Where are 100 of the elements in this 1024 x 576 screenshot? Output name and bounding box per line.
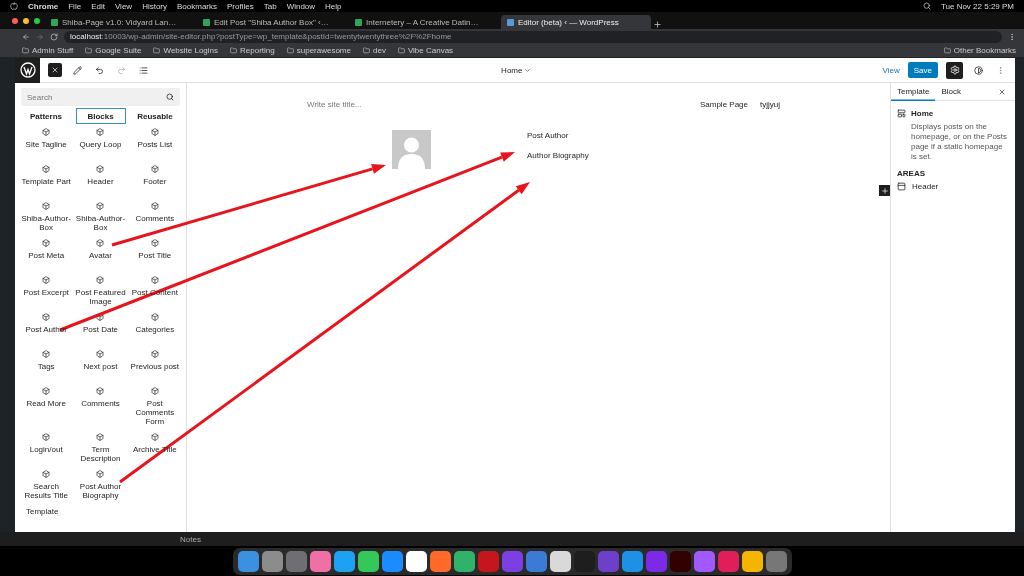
block-item[interactable]: Next post — [83, 362, 118, 372]
menu-item[interactable]: Help — [325, 1, 342, 11]
block-icon[interactable] — [96, 432, 105, 441]
block-item[interactable]: Shiba-Author-Box — [20, 214, 73, 233]
wordpress-logo[interactable] — [15, 57, 40, 83]
bookmark[interactable]: dev — [363, 46, 386, 55]
save-button[interactable]: Save — [907, 62, 938, 78]
block-item[interactable]: Search Results Title — [20, 481, 73, 500]
block-icon[interactable] — [150, 276, 159, 284]
block-icon[interactable] — [42, 239, 51, 247]
block-icon[interactable] — [150, 202, 159, 210]
menu-item[interactable]: Profiles — [227, 1, 254, 11]
block-icon[interactable] — [150, 165, 159, 173]
block-item[interactable]: Query Loop — [79, 140, 122, 150]
template-selector[interactable]: Home — [501, 65, 532, 75]
block-icon[interactable] — [42, 202, 51, 210]
block-icon[interactable] — [96, 350, 105, 358]
close-icon[interactable] — [12, 17, 18, 24]
block-icon[interactable] — [96, 469, 105, 478]
app-icon[interactable] — [549, 550, 571, 572]
menu-item[interactable]: Tab — [263, 1, 277, 11]
block-item[interactable]: Post Author — [25, 325, 67, 335]
block-item[interactable]: Login/out — [29, 444, 63, 454]
new-tab-icon[interactable] — [653, 20, 662, 29]
block-icon[interactable] — [42, 432, 51, 441]
block-icon[interactable] — [96, 165, 105, 173]
block-item[interactable]: Post Comments Form — [128, 399, 181, 427]
block-item[interactable]: Footer — [143, 177, 167, 187]
block-item[interactable]: Header — [87, 177, 114, 187]
block-item[interactable]: Categories — [135, 325, 175, 335]
sidebar-tab[interactable]: Block — [935, 82, 968, 101]
add-block-button[interactable] — [879, 185, 890, 196]
browser-tab[interactable]: Internetery – A Creative Datin… — [349, 15, 499, 29]
block-item[interactable]: Avatar — [89, 251, 112, 261]
app-icon[interactable] — [741, 550, 763, 572]
block-item[interactable]: Comments — [135, 214, 175, 224]
menu-item[interactable]: History — [142, 1, 167, 11]
bookmark[interactable]: Website Logins — [153, 46, 219, 55]
block-item[interactable]: Post Meta — [28, 251, 65, 261]
block-item[interactable]: Tags — [37, 362, 55, 372]
block-icon[interactable] — [96, 276, 105, 284]
view-button[interactable]: View — [882, 65, 900, 75]
block-item[interactable]: Post Author Biography — [74, 481, 127, 500]
browser-tab[interactable]: Editor (beta) ‹ — WordPress — [501, 15, 651, 29]
block-item[interactable]: Previous post — [130, 362, 180, 372]
block-item[interactable]: Comments — [81, 399, 120, 409]
menu-item[interactable]: View — [114, 1, 133, 11]
block-item[interactable]: Term Description — [74, 444, 127, 463]
notes-label[interactable]: Notes — [180, 534, 201, 544]
block-icon[interactable] — [150, 387, 159, 395]
block-item[interactable]: Site Tagline — [25, 140, 67, 150]
block-icon[interactable] — [150, 239, 159, 247]
block-icon[interactable] — [150, 432, 159, 441]
minimize-icon[interactable] — [23, 17, 29, 24]
sidebar-tab[interactable]: Template — [891, 82, 936, 101]
menu-item[interactable]: Edit — [91, 1, 105, 11]
block-item[interactable]: Post Date — [82, 325, 119, 335]
browser-tab[interactable]: Edit Post "Shiba Author Box" ‹… — [197, 15, 347, 29]
block-item[interactable]: Posts List — [137, 140, 173, 150]
block-item[interactable]: Template Part — [21, 177, 71, 187]
bookmark[interactable]: Reporting — [230, 46, 275, 55]
settings-button[interactable] — [946, 61, 963, 79]
nav-link[interactable]: Sample Page — [699, 100, 748, 109]
site-title-placeholder[interactable]: Write site title... — [307, 100, 688, 109]
block-icon[interactable] — [96, 128, 105, 136]
edit-button[interactable] — [70, 63, 84, 77]
search-icon[interactable] — [922, 2, 931, 10]
block-icon[interactable] — [42, 165, 51, 173]
close-inserter-button[interactable] — [48, 63, 62, 77]
block-icon[interactable] — [150, 350, 159, 358]
block-icon[interactable] — [96, 239, 105, 247]
maximize-icon[interactable] — [34, 17, 40, 24]
menu-item[interactable]: File — [68, 1, 82, 11]
styles-button[interactable] — [971, 63, 985, 77]
block-icon[interactable] — [42, 313, 51, 321]
block-icon[interactable] — [42, 276, 51, 284]
block-item[interactable]: Post Excerpt — [23, 288, 69, 298]
block-icon[interactable] — [96, 313, 105, 321]
block-item[interactable]: Read More — [26, 399, 66, 409]
bookmark[interactable]: Vibe Canvas — [397, 46, 454, 55]
back-icon[interactable] — [22, 32, 30, 41]
block-icon[interactable] — [96, 202, 105, 210]
browser-tab[interactable]: Shiba-Page v1.0: Vidyard Lan… — [45, 15, 195, 29]
block-item[interactable]: Post Title — [138, 251, 172, 261]
block-icon[interactable] — [42, 387, 51, 395]
app-icon[interactable] — [405, 550, 427, 572]
block-icon[interactable] — [42, 350, 51, 358]
bookmark[interactable]: Admin Stuff — [22, 46, 74, 55]
menu-item[interactable]: Bookmarks — [177, 1, 218, 11]
area-item[interactable]: Header — [897, 182, 1009, 191]
bookmark[interactable]: superawesome — [286, 46, 351, 55]
block-icon[interactable] — [150, 313, 159, 321]
block-icon[interactable] — [150, 128, 159, 136]
app-icon[interactable] — [357, 550, 379, 572]
bookmark[interactable]: Google Suite — [85, 46, 142, 55]
apple-icon[interactable] — [10, 2, 18, 10]
block-item[interactable]: Shiba-Author-Box — [74, 214, 127, 233]
inserter-tab[interactable]: Blocks — [75, 108, 126, 124]
address-field[interactable]: localhost:10003/wp-admin/site-editor.php?postType=wp_template&postId=twentytwentythree%2F%2Fhome — [64, 30, 1002, 43]
block-icon[interactable] — [42, 469, 51, 478]
